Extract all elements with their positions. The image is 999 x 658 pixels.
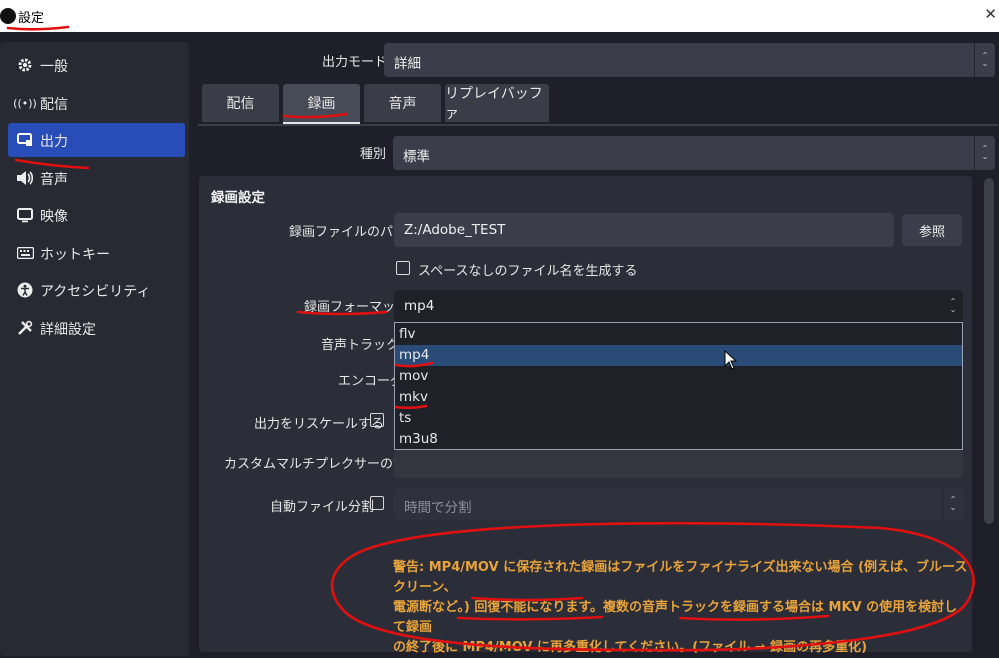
sidebar-item-label: アクセシビリティ <box>40 284 151 300</box>
sidebar-item-video[interactable]: 映像 <box>8 198 185 232</box>
auto-split-checkbox[interactable] <box>370 496 384 510</box>
mouse-cursor-icon <box>724 350 738 370</box>
sidebar-item-accessibility[interactable]: アクセシビリティ <box>8 273 185 307</box>
tab-audio[interactable]: 音声 <box>364 84 441 122</box>
spin-arrows-icon: ⌃ ⌄ <box>974 136 995 170</box>
sidebar-item-label: 映像 <box>40 209 68 225</box>
tab-replay-buffer[interactable]: リプレイバッファ <box>445 84 549 122</box>
custom-muxer-input[interactable] <box>394 450 963 478</box>
monitor-icon <box>16 206 34 224</box>
format-option-mp4[interactable]: mp4 <box>395 345 962 366</box>
spin-arrows-icon: ⌃ ⌄ <box>974 43 995 77</box>
browse-label: 参照 <box>918 224 945 240</box>
spin-arrows-icon: ⌃ ⌄ <box>949 297 957 314</box>
auto-split-value: 時間で分割 <box>404 500 472 516</box>
sidebar-item-label: ホットキー <box>40 247 110 263</box>
auto-split-select[interactable]: 時間で分割 ⌃ ⌄ <box>394 488 963 520</box>
audio-track-label: 音声トラック <box>321 338 400 353</box>
auto-split-label: 自動ファイル分割 <box>270 500 375 515</box>
sidebar-item-audio[interactable]: 音声 <box>8 161 185 195</box>
output-mode-value: 詳細 <box>394 56 421 72</box>
rescale-label: 出力をリスケールする <box>254 417 385 432</box>
tab-recording[interactable]: 録画 <box>283 84 360 124</box>
sidebar-item-general[interactable]: 一般 <box>8 48 185 82</box>
format-option-m3u8[interactable]: m3u8 <box>395 429 962 450</box>
sidebar-item-hotkeys[interactable]: ホットキー <box>8 236 185 270</box>
rescale-checkbox[interactable] <box>370 413 384 427</box>
speaker-icon <box>16 169 34 187</box>
tools-icon <box>16 319 34 337</box>
sidebar-item-label: 詳細設定 <box>40 322 96 338</box>
tab-label: 音声 <box>388 96 417 112</box>
format-option-mkv[interactable]: mkv <box>395 387 962 408</box>
settings-sidebar: 一般 ((•)) 配信 出力 音声 映像 ホットキー アクセシビリティ 詳細設定 <box>0 42 189 656</box>
title-bar: 設定 ✕ <box>0 0 999 32</box>
window-title: 設定 <box>18 11 45 26</box>
gear-icon <box>16 56 34 74</box>
format-option-mov[interactable]: mov <box>395 366 962 387</box>
tab-divider <box>198 124 998 126</box>
sidebar-item-label: 出力 <box>40 134 68 150</box>
tab-label: 録画 <box>307 96 336 112</box>
sidebar-item-label: 配信 <box>40 97 68 113</box>
no-space-checkbox[interactable] <box>396 261 410 275</box>
recording-format-select[interactable]: mp4 ⌃ ⌄ <box>394 290 963 322</box>
sidebar-item-label: 音声 <box>40 172 68 188</box>
obs-logo-icon <box>0 8 16 24</box>
output-mode-select[interactable]: 詳細 ⌃ ⌄ <box>384 43 995 77</box>
group-title: 録画設定 <box>211 190 265 206</box>
type-select[interactable]: 標準 ⌃ ⌄ <box>393 136 995 170</box>
custom-muxer-label: カスタムマルチプレクサーの設定 <box>224 457 420 472</box>
warning-line-3: の終了後に MP4/MOV に再多重化してください。(ファイル → 録画の再多重… <box>393 640 868 655</box>
format-option-flv[interactable]: flv <box>395 324 962 345</box>
sidebar-item-stream[interactable]: ((•)) 配信 <box>8 86 185 120</box>
no-space-label: スペースなしのファイル名を生成する <box>418 264 638 279</box>
output-mode-label: 出力モード <box>322 55 388 70</box>
format-dropdown-list: flv mp4 mov mkv ts m3u8 <box>394 322 963 450</box>
sidebar-item-output[interactable]: 出力 <box>8 123 185 157</box>
format-option-ts[interactable]: ts <box>395 408 962 429</box>
tab-label: リプレイバッファ <box>445 86 543 122</box>
output-icon <box>16 131 34 149</box>
keyboard-icon <box>16 244 34 262</box>
broadcast-icon: ((•)) <box>13 96 37 110</box>
recording-path-value: Z:/Adobe_TEST <box>404 222 506 238</box>
browse-button[interactable]: 参照 <box>902 214 962 246</box>
recording-format-label: 録画フォーマット <box>304 300 409 315</box>
warning-line-2: 電源断など。) 回復不能になります。複数の音声トラックを録画する場合は MKV … <box>393 600 958 635</box>
recording-format-value: mp4 <box>404 298 435 314</box>
recording-path-input[interactable]: Z:/Adobe_TEST <box>394 213 894 247</box>
recording-path-label: 録画ファイルのパス <box>289 225 407 240</box>
type-value: 標準 <box>403 149 430 165</box>
mp4-warning-text: 警告: MP4/MOV に保存された録画はファイルをファイナライズ出来ない場合 … <box>393 558 968 658</box>
tab-label: 配信 <box>226 96 255 112</box>
scrollbar[interactable] <box>984 178 994 524</box>
accessibility-icon <box>16 281 34 299</box>
sidebar-item-advanced[interactable]: 詳細設定 <box>8 311 185 345</box>
spin-arrows-icon: ⌃ ⌄ <box>942 488 963 520</box>
warning-line-1: 警告: MP4/MOV に保存された録画はファイルをファイナライズ出来ない場合 … <box>393 560 968 595</box>
output-tabs: 配信 録画 音声 リプレイバッファ <box>198 84 998 124</box>
close-icon[interactable]: ✕ <box>984 5 997 23</box>
type-label: 種別 <box>360 147 387 162</box>
sidebar-item-label: 一般 <box>40 59 68 75</box>
tab-stream[interactable]: 配信 <box>202 84 279 122</box>
